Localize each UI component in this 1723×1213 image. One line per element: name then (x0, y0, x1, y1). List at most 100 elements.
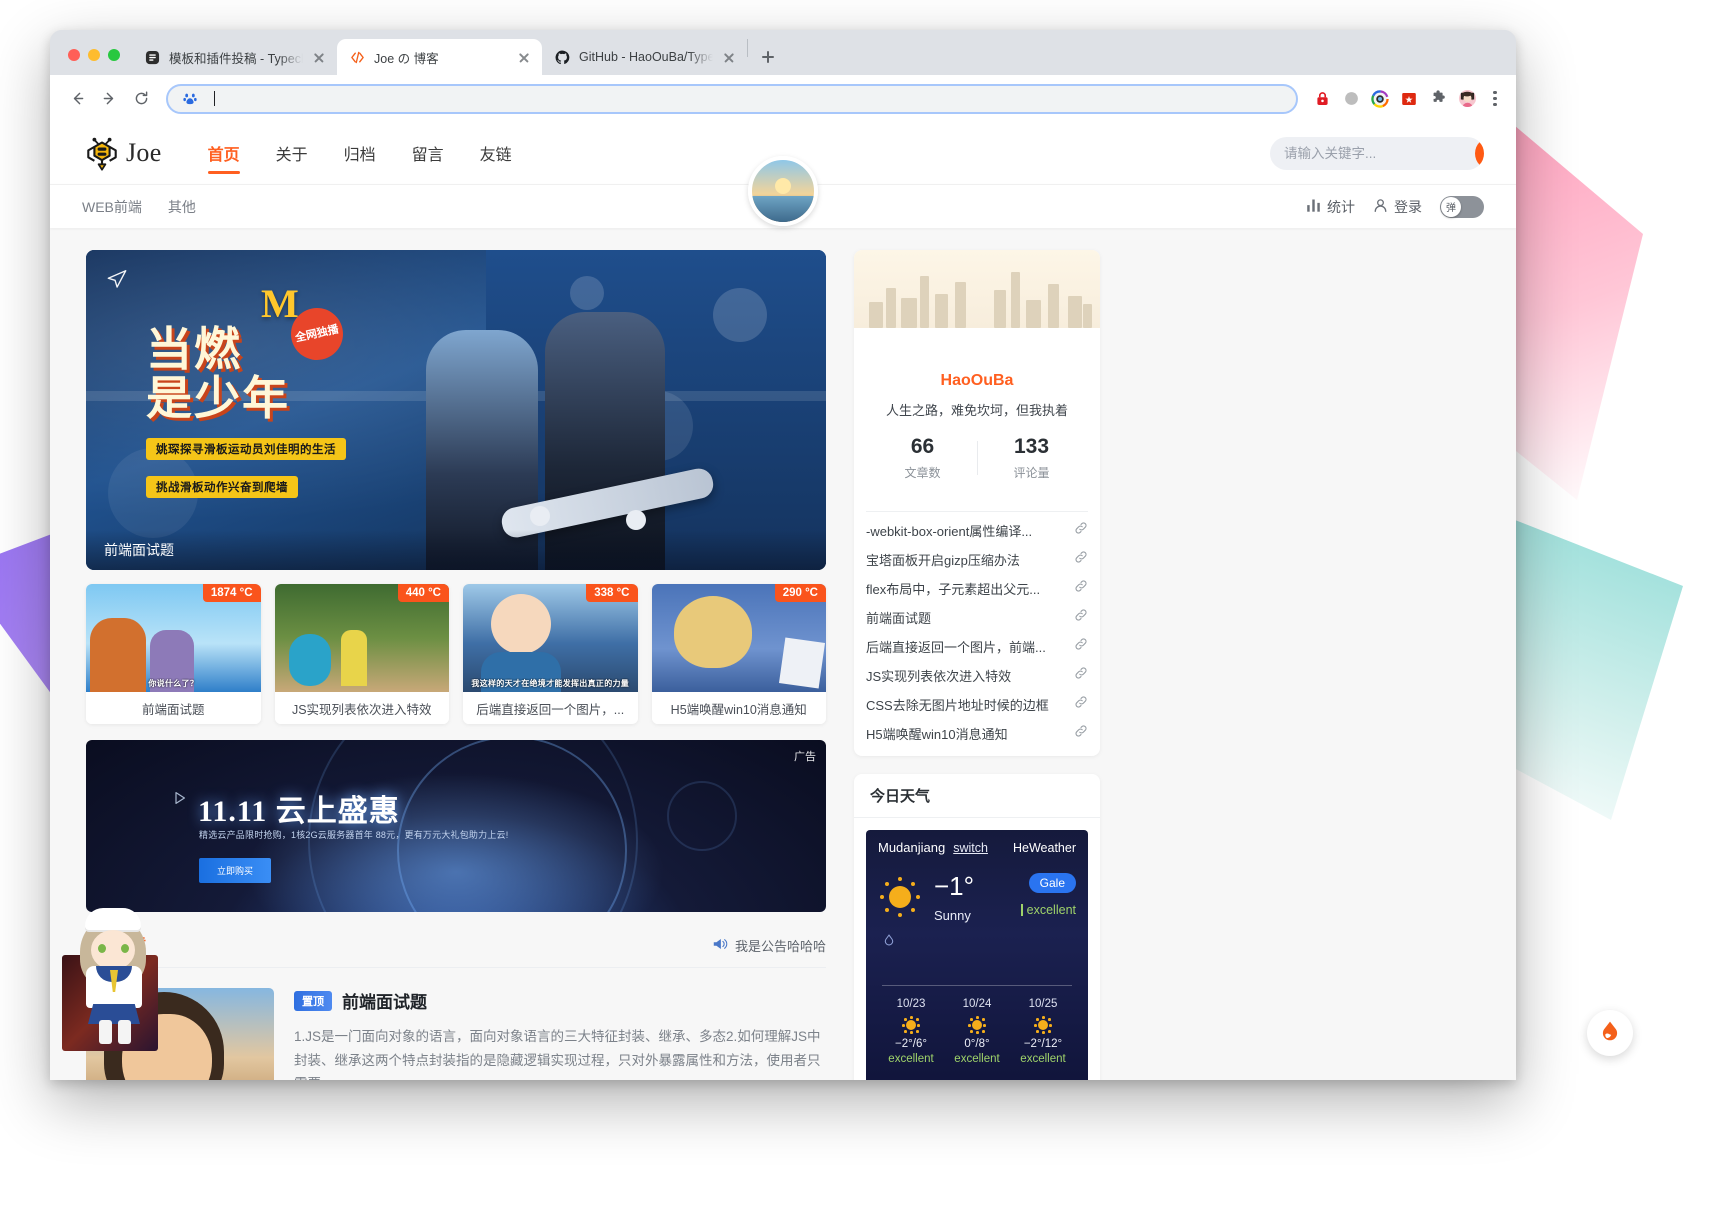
hero-strip-1: 姚琛探寻滑板运动员刘佳明的生活 (146, 437, 346, 460)
nav-item-archive[interactable]: 归档 (326, 122, 394, 184)
list-item[interactable]: -webkit-box-orient属性编译... (866, 516, 1088, 545)
nav-item-message[interactable]: 留言 (394, 122, 462, 184)
link-title: JS实现列表依次进入特效 (866, 669, 1012, 684)
ad-subtitle: 精选云产品限时抢购，1核2G云服务器首年 88元，更有万元大礼包助力上云! (199, 830, 509, 840)
anime-mascot[interactable] (66, 908, 162, 1044)
nav-item-home[interactable]: 首页 (190, 122, 258, 184)
weather-switch-link[interactable]: switch (953, 841, 988, 855)
link-icon (1074, 666, 1088, 685)
new-tab-button[interactable] (754, 43, 782, 71)
gray-circle-icon[interactable] (1341, 89, 1361, 109)
forward-arrow-icon[interactable] (94, 84, 124, 114)
nav-item-links[interactable]: 友链 (462, 122, 530, 184)
browser-window: 模板和插件投稿 - Typecho主题 Joe の 博客 GitHub - Ha… (50, 30, 1516, 1080)
send-icon (106, 268, 128, 295)
weather-temp-block: −1° Sunny (934, 873, 974, 923)
stats-button[interactable]: 统计 (1306, 197, 1355, 217)
login-button[interactable]: 登录 (1373, 197, 1422, 217)
brand-mark: M (261, 281, 299, 326)
browser-tab-3[interactable]: GitHub - HaoOuBa/Typecho-Jo (542, 39, 747, 75)
link-title: 后端直接返回一个图片，前端... (866, 640, 1046, 655)
address-bar[interactable] (166, 83, 1298, 114)
list-item[interactable]: H5端唤醒win10消息通知 (866, 719, 1088, 748)
advertisement-banner[interactable]: 11.11 云上盛惠 精选云产品限时抢购，1核2G云服务器首年 88元，更有万元… (86, 740, 826, 912)
close-tab-button[interactable] (721, 49, 737, 65)
air-quality-value: excellent (1026, 903, 1076, 917)
nav-item-about[interactable]: 关于 (258, 122, 326, 184)
image-subtitle: 你说什么了？ (148, 679, 199, 688)
weather-temperature: −1° (934, 871, 975, 901)
droplet-float-button[interactable] (1587, 1010, 1633, 1056)
red-flag-icon[interactable] (1399, 89, 1419, 109)
weather-source: HeWeather (1013, 840, 1076, 855)
window-controls[interactable] (62, 49, 132, 75)
puzzle-extension-icon[interactable] (1428, 89, 1448, 109)
profile-motto: 人生之路，难免坎坷，但我执着 (885, 403, 1068, 418)
sun-icon (1034, 1016, 1052, 1034)
reload-icon[interactable] (126, 84, 156, 114)
hot-post-image: 290 °C (651, 584, 826, 692)
browser-tab-2[interactable]: Joe の 博客 (337, 39, 542, 75)
search-button[interactable]: Search (1475, 136, 1484, 170)
list-item[interactable]: JS实现列表依次进入特效 (866, 661, 1088, 690)
close-tab-button[interactable] (516, 49, 532, 65)
lock-icon[interactable] (1312, 89, 1332, 109)
post-title-row: 置顶 前端面试题 (294, 988, 826, 1013)
hot-post-card[interactable]: 440 °C JS实现列表依次进入特效 (274, 584, 449, 724)
forecast-date: 10/23 (896, 998, 926, 1010)
category-other[interactable]: 其他 (168, 197, 196, 217)
weather-card-title: 今日天气 (854, 774, 1100, 818)
forecast-date: 10/25 (1028, 998, 1058, 1010)
post-title[interactable]: 前端面试题 (342, 988, 427, 1013)
main-column: M 当燃 是少年 姚琛探寻滑板运动员刘佳明的生活 挑战滑板动作兴奋到爬墙 全网独… (86, 250, 826, 1080)
profile-avatar-icon[interactable] (1457, 89, 1477, 109)
bounce-mode-toggle[interactable]: 弹 (1440, 195, 1484, 218)
hot-post-image: 338 °C 我这样的天才在绝境才能发挥出真正的力量 (463, 584, 638, 692)
close-window-button[interactable] (68, 49, 80, 61)
list-item[interactable]: 前端面试题 (866, 603, 1088, 632)
notice-text: 我是公告哈哈哈 (734, 939, 826, 954)
hot-post-card[interactable]: 338 °C 我这样的天才在绝境才能发挥出真正的力量 后端直接返回一个图片，..… (463, 584, 638, 724)
forecast-range: 0°/8° (964, 1038, 990, 1050)
weather-divider (882, 985, 1072, 986)
tab-title: Joe の 博客 (374, 51, 439, 66)
list-item[interactable]: 宝塔面板开启gizp压缩办法 (866, 545, 1088, 574)
ad-ring (667, 781, 738, 852)
link-icon (1074, 550, 1088, 569)
list-item[interactable]: CSS去除无图片地址时候的边框 (866, 690, 1088, 719)
hot-post-card[interactable]: 1874 °C 你说什么了？ 前端面试题 (86, 584, 261, 724)
ad-cta-button[interactable]: 立即购买 (199, 858, 272, 883)
back-arrow-icon[interactable] (62, 84, 92, 114)
maximize-window-button[interactable] (108, 49, 120, 61)
play-triangle-icon[interactable] (172, 790, 188, 811)
heat-badge: 338 °C (586, 584, 638, 602)
sun-icon (902, 1016, 920, 1034)
weather-card: 今日天气 Mudanjiang switch HeWeather −1° Sun… (854, 774, 1100, 1080)
site-brand[interactable]: Joe (82, 133, 162, 173)
list-item[interactable]: 后端直接返回一个图片，前端... (866, 632, 1088, 661)
typecho-icon (144, 49, 161, 66)
kebab-menu-icon[interactable] (1486, 90, 1504, 107)
hero-slider[interactable]: M 当燃 是少年 姚琛探寻滑板运动员刘佳明的生活 挑战滑板动作兴奋到爬墙 全网独… (86, 250, 826, 570)
browser-tab-1[interactable]: 模板和插件投稿 - Typecho主题 (132, 39, 337, 75)
city-illustration (854, 250, 1100, 328)
minimize-window-button[interactable] (88, 49, 100, 61)
text-caret (214, 91, 216, 106)
list-item[interactable]: flex布局中，子元素超出父元... (866, 574, 1088, 603)
close-tab-button[interactable] (311, 49, 327, 65)
link-title: H5端唤醒win10消息通知 (866, 727, 1008, 742)
hot-post-card[interactable]: 290 °C H5端唤醒win10消息通知 (651, 584, 826, 724)
post-list-item[interactable]: 置顶 前端面试题 1.JS是一门面向对象的语言，面向对象语言的三大特征封装、继承… (86, 988, 826, 1080)
megaphone-icon (712, 936, 728, 955)
link-title: 前端面试题 (866, 611, 932, 626)
search-input[interactable] (1270, 136, 1475, 170)
camera-icon[interactable] (1370, 89, 1390, 109)
hot-posts-row: 1874 °C 你说什么了？ 前端面试题 440 °C JS实现列表依次进入特效… (86, 584, 826, 724)
forecast-day: 10/24 0°/8° excellent (944, 998, 1010, 1065)
sub-nav-utilities: 统计 登录 弹 (1306, 195, 1484, 218)
link-title: flex布局中，子元素超出父元... (866, 582, 1041, 597)
forecast-range: −2°/12° (1023, 1038, 1063, 1050)
github-icon (554, 49, 571, 66)
category-web-frontend[interactable]: WEB前端 (82, 197, 142, 217)
site-search[interactable]: Search (1270, 136, 1484, 170)
